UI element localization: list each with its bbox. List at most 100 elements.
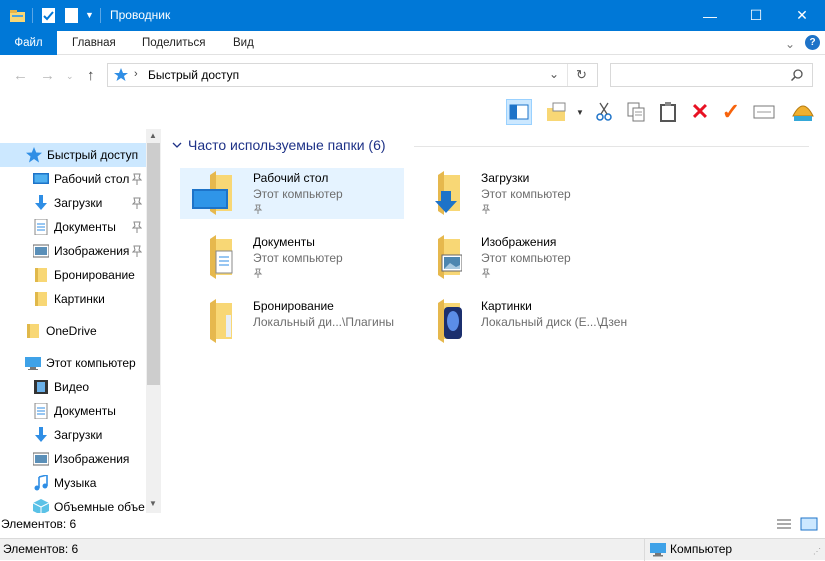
tile-pictures[interactable]: Изображения Этот компьютер — [408, 232, 632, 283]
tab-file[interactable]: Файл — [0, 31, 57, 55]
sidebar-item-this-pc[interactable]: Этот компьютер — [0, 351, 146, 375]
tile-downloads[interactable]: Загрузки Этот компьютер — [408, 168, 632, 219]
copy-button[interactable] — [623, 99, 649, 125]
sidebar-item-video[interactable]: Видео — [0, 375, 146, 399]
document-icon — [34, 403, 48, 419]
new-item-button[interactable] — [543, 99, 569, 125]
forward-icon[interactable]: → — [40, 67, 55, 84]
new-item-dropdown-icon[interactable]: ▼ — [576, 108, 584, 117]
rename-checkmark-icon[interactable]: ✓ — [718, 99, 744, 125]
cut-button[interactable] — [591, 99, 617, 125]
pin-icon[interactable] — [132, 221, 142, 233]
star-icon — [114, 68, 128, 81]
delete-icon[interactable]: ✕ — [687, 99, 713, 125]
sidebar-item-pictures[interactable]: Изображения — [0, 239, 146, 263]
new-folder-icon — [547, 102, 566, 121]
scrollbar-thumb[interactable] — [147, 143, 160, 385]
address-dropdown-icon[interactable]: ⌄ — [549, 67, 559, 81]
pictures-folder-icon — [438, 235, 462, 279]
tile-images-folder[interactable]: Картинки Локальный диск (E...\Дзен — [408, 296, 632, 347]
sidebar-item-label: Изображения — [54, 244, 130, 258]
breadcrumb-chevron-icon[interactable]: › — [134, 68, 138, 80]
navigation-bar: ← → ⌄ ↑ › Быстрый доступ ⌄ ↻ — [0, 55, 825, 95]
sidebar-item-label: Видео — [54, 380, 90, 394]
minimize-button[interactable]: — — [687, 0, 733, 31]
group-divider — [414, 146, 809, 147]
address-path: Быстрый доступ — [148, 68, 240, 82]
media-folder-icon — [438, 299, 462, 343]
sidebar-item-pc-pictures[interactable]: Изображения — [0, 447, 146, 471]
search-input[interactable] — [610, 63, 813, 87]
outer-status-bar: Элементов: 6 Компьютер ⋰ — [0, 538, 825, 561]
properties-icon[interactable] — [41, 7, 56, 24]
star-icon — [26, 147, 42, 163]
group-header[interactable]: Часто используемые папки (6) — [172, 137, 386, 153]
tile-desktop[interactable]: Рабочий стол Этот компьютер — [180, 168, 404, 219]
tile-name: Загрузки — [481, 171, 530, 185]
preview-pane-button[interactable] — [506, 99, 532, 125]
document-icon — [34, 219, 48, 235]
sidebar-item-downloads[interactable]: Загрузки — [0, 191, 146, 215]
properties-icon — [753, 105, 775, 119]
refresh-icon[interactable]: ↻ — [576, 67, 587, 83]
sidebar-item-desktop[interactable]: Рабочий стол — [0, 167, 146, 191]
sidebar-item-label: Этот компьютер — [46, 356, 136, 370]
sidebar-item-pc-documents[interactable]: Документы — [0, 399, 146, 423]
tile-location: Этот компьютер — [481, 251, 571, 265]
resize-grip-icon[interactable]: ⋰ — [813, 547, 821, 556]
chevron-down-icon[interactable] — [172, 141, 182, 149]
tile-documents[interactable]: Документы Этот компьютер — [180, 232, 404, 283]
recent-locations-icon[interactable]: ⌄ — [66, 71, 74, 82]
sidebar-item-pc-downloads[interactable]: Загрузки — [0, 423, 146, 447]
customize-quick-access-icon[interactable]: ▼ — [85, 10, 94, 20]
desktop-icon — [33, 173, 49, 184]
close-button[interactable]: ✕ — [779, 0, 825, 31]
toolbar: ▼ ✕ ✓ — [0, 95, 825, 129]
tab-home[interactable]: Главная — [62, 31, 126, 55]
tab-view[interactable]: Вид — [223, 31, 264, 55]
large-icons-view-icon[interactable] — [800, 517, 818, 531]
sidebar-item-label: Музыка — [54, 476, 97, 490]
tile-location: Локальный ди...\Плагины — [253, 315, 394, 329]
desktop-folder-icon — [192, 171, 232, 215]
tile-name: Документы — [253, 235, 315, 249]
paste-button[interactable] — [655, 99, 681, 125]
folder-icon — [35, 268, 47, 282]
back-icon[interactable]: ← — [13, 67, 28, 84]
tile-name: Рабочий стол — [253, 171, 329, 185]
downloads-folder-icon — [435, 171, 460, 215]
properties-button[interactable] — [751, 99, 777, 125]
nav-scrollbar[interactable]: ▲ ▼ — [146, 129, 161, 513]
expand-ribbon-icon[interactable]: ⌄ — [785, 37, 795, 51]
sidebar-item-booking[interactable]: Бронирование — [0, 263, 146, 287]
sidebar-item-music[interactable]: Музыка — [0, 471, 146, 495]
address-bar[interactable]: › Быстрый доступ ⌄ ↻ — [107, 63, 598, 87]
sidebar-item-quick-access[interactable]: Быстрый доступ — [0, 143, 146, 167]
pin-icon — [253, 204, 263, 214]
up-icon[interactable]: ↑ — [87, 67, 95, 84]
scroll-down-icon[interactable]: ▼ — [149, 499, 157, 508]
tab-share[interactable]: Поделиться — [132, 31, 216, 55]
explorer-icon[interactable] — [9, 7, 26, 24]
pin-icon[interactable] — [132, 245, 142, 257]
help-icon[interactable]: ? — [805, 35, 820, 50]
computer-icon — [650, 543, 666, 557]
tile-location: Этот компьютер — [253, 187, 343, 201]
sidebar-item-images-folder[interactable]: Картинки — [0, 287, 146, 311]
new-folder-icon[interactable] — [64, 7, 79, 24]
details-view-icon[interactable] — [776, 518, 792, 530]
tile-booking[interactable]: Бронирование Локальный ди...\Плагины — [180, 296, 404, 347]
sidebar-item-label: Загрузки — [54, 428, 103, 442]
maximize-button[interactable]: ☐ — [733, 0, 779, 31]
sidebar-item-onedrive[interactable]: OneDrive — [0, 319, 146, 343]
outer-item-count: Элементов: 6 — [3, 542, 79, 556]
status-bar: Элементов: 6 — [0, 513, 825, 535]
sidebar-item-documents[interactable]: Документы — [0, 215, 146, 239]
preview-pane-icon — [509, 104, 529, 120]
sidebar-item-3d-objects[interactable]: Объемные объе — [0, 495, 146, 513]
pin-icon[interactable] — [132, 173, 142, 185]
tile-location: Локальный диск (E...\Дзен — [481, 315, 628, 329]
shell-extension-button[interactable] — [790, 99, 816, 125]
scroll-up-icon[interactable]: ▲ — [149, 131, 157, 140]
pin-icon[interactable] — [132, 197, 142, 209]
